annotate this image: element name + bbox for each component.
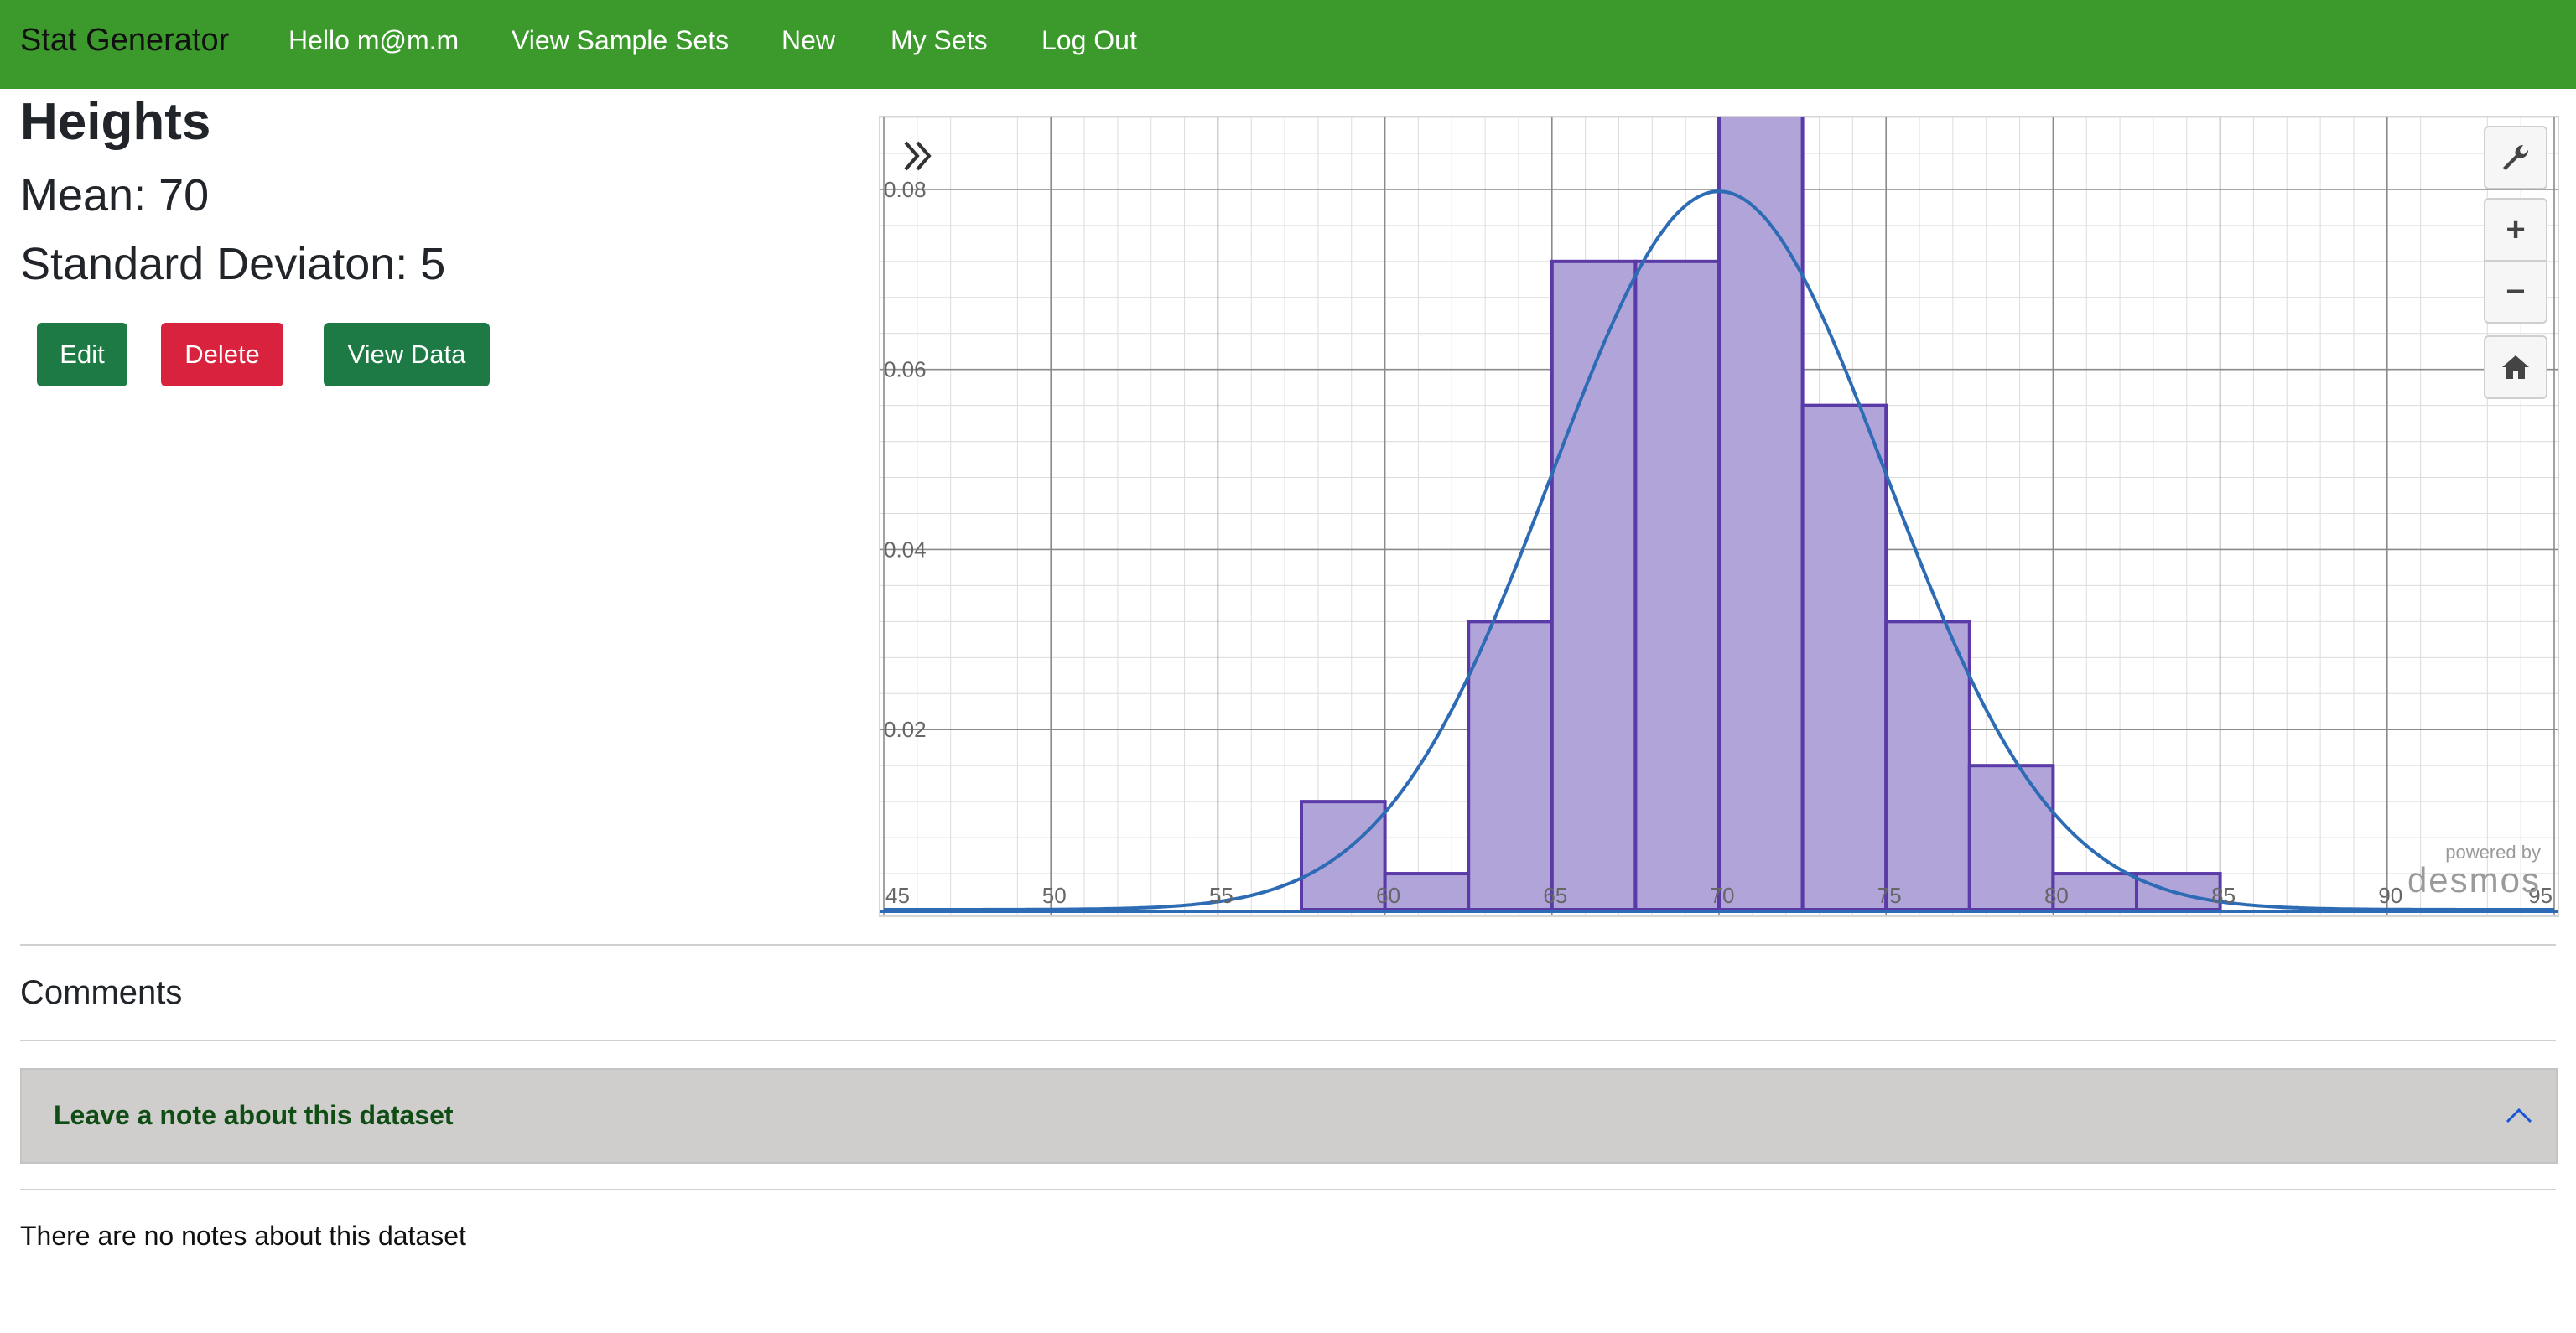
nav-new[interactable]: New <box>782 25 835 56</box>
nav-log-out[interactable]: Log Out <box>1041 25 1137 56</box>
histogram-bar <box>1884 620 1971 911</box>
zoom-in-icon: + <box>2506 210 2526 248</box>
histogram-bar <box>1300 800 1387 911</box>
zoom-out-button[interactable]: − <box>2484 260 2547 324</box>
note-accordion-label: Leave a note about this dataset <box>54 1100 454 1130</box>
x-tick-label: 90 <box>2378 883 2402 908</box>
divider <box>20 1189 2556 1190</box>
y-tick-label: 0.04 <box>884 537 927 562</box>
delete-button[interactable]: Delete <box>161 323 283 386</box>
histogram-bar <box>1800 403 1888 911</box>
desmos-logo: desmos <box>2407 860 2541 900</box>
histogram-bar <box>1717 117 1805 911</box>
note-accordion[interactable]: Leave a note about this dataset <box>20 1068 2558 1164</box>
default-viewport-button[interactable] <box>2484 335 2547 399</box>
nav-greeting[interactable]: Hello m@m.m <box>288 25 459 56</box>
brand-link[interactable]: Stat Generator <box>20 23 229 59</box>
x-tick-label: 50 <box>1042 883 1067 908</box>
divider <box>20 944 2556 946</box>
nav-view-sample-sets[interactable]: View Sample Sets <box>512 25 729 56</box>
x-tick-label: 60 <box>1376 883 1400 908</box>
x-tick-label: 80 <box>2044 883 2069 908</box>
nav-my-sets[interactable]: My Sets <box>891 25 988 56</box>
x-tick-label: 45 <box>886 883 910 908</box>
y-tick-label: 0.06 <box>884 357 927 382</box>
zoom-in-button[interactable]: + <box>2484 198 2547 262</box>
wrench-icon <box>2503 144 2529 170</box>
powered-by-desmos[interactable]: powered by desmos <box>2407 842 2541 900</box>
home-icon <box>2502 355 2529 379</box>
x-tick-label: 85 <box>2211 883 2236 908</box>
y-tick-label: 0.02 <box>884 717 927 742</box>
x-tick-label: 70 <box>1711 883 1735 908</box>
standard-deviation-text: Standard Deviaton: 5 <box>20 239 446 289</box>
x-tick-label: 75 <box>1877 883 1902 908</box>
desmos-graph[interactable]: 45 50 55 60 65 70 75 80 85 90 95 0.02 0.04 0.06 0.08 <box>879 116 2559 917</box>
graph-settings-button[interactable] <box>2484 126 2547 189</box>
edit-button[interactable]: Edit <box>37 323 127 386</box>
histogram-bar <box>1633 259 1722 911</box>
histogram-bar <box>1967 764 2055 911</box>
histogram-bar <box>1550 259 1638 911</box>
y-tick-label: 0.08 <box>884 177 927 202</box>
expand-list-icon[interactable] <box>897 134 941 178</box>
histogram-bar <box>1467 620 1554 911</box>
no-notes-text: There are no notes about this dataset <box>20 1221 466 1251</box>
divider <box>20 1040 2556 1041</box>
chevron-up-icon <box>2506 1107 2532 1123</box>
dataset-title: Heights <box>20 93 211 151</box>
histogram-chart: 45 50 55 60 65 70 75 80 85 90 950.020.040.060.08 <box>880 117 2558 915</box>
view-data-button[interactable]: View Data <box>324 323 490 386</box>
zoom-out-icon: − <box>2506 272 2526 310</box>
mean-text: Mean: 70 <box>20 170 210 220</box>
comments-heading: Comments <box>20 974 183 1011</box>
navbar: Stat Generator Hello m@m.m View Sample S… <box>0 0 2576 89</box>
x-tick-label: 65 <box>1543 883 1567 908</box>
x-tick-label: 55 <box>1209 883 1233 908</box>
